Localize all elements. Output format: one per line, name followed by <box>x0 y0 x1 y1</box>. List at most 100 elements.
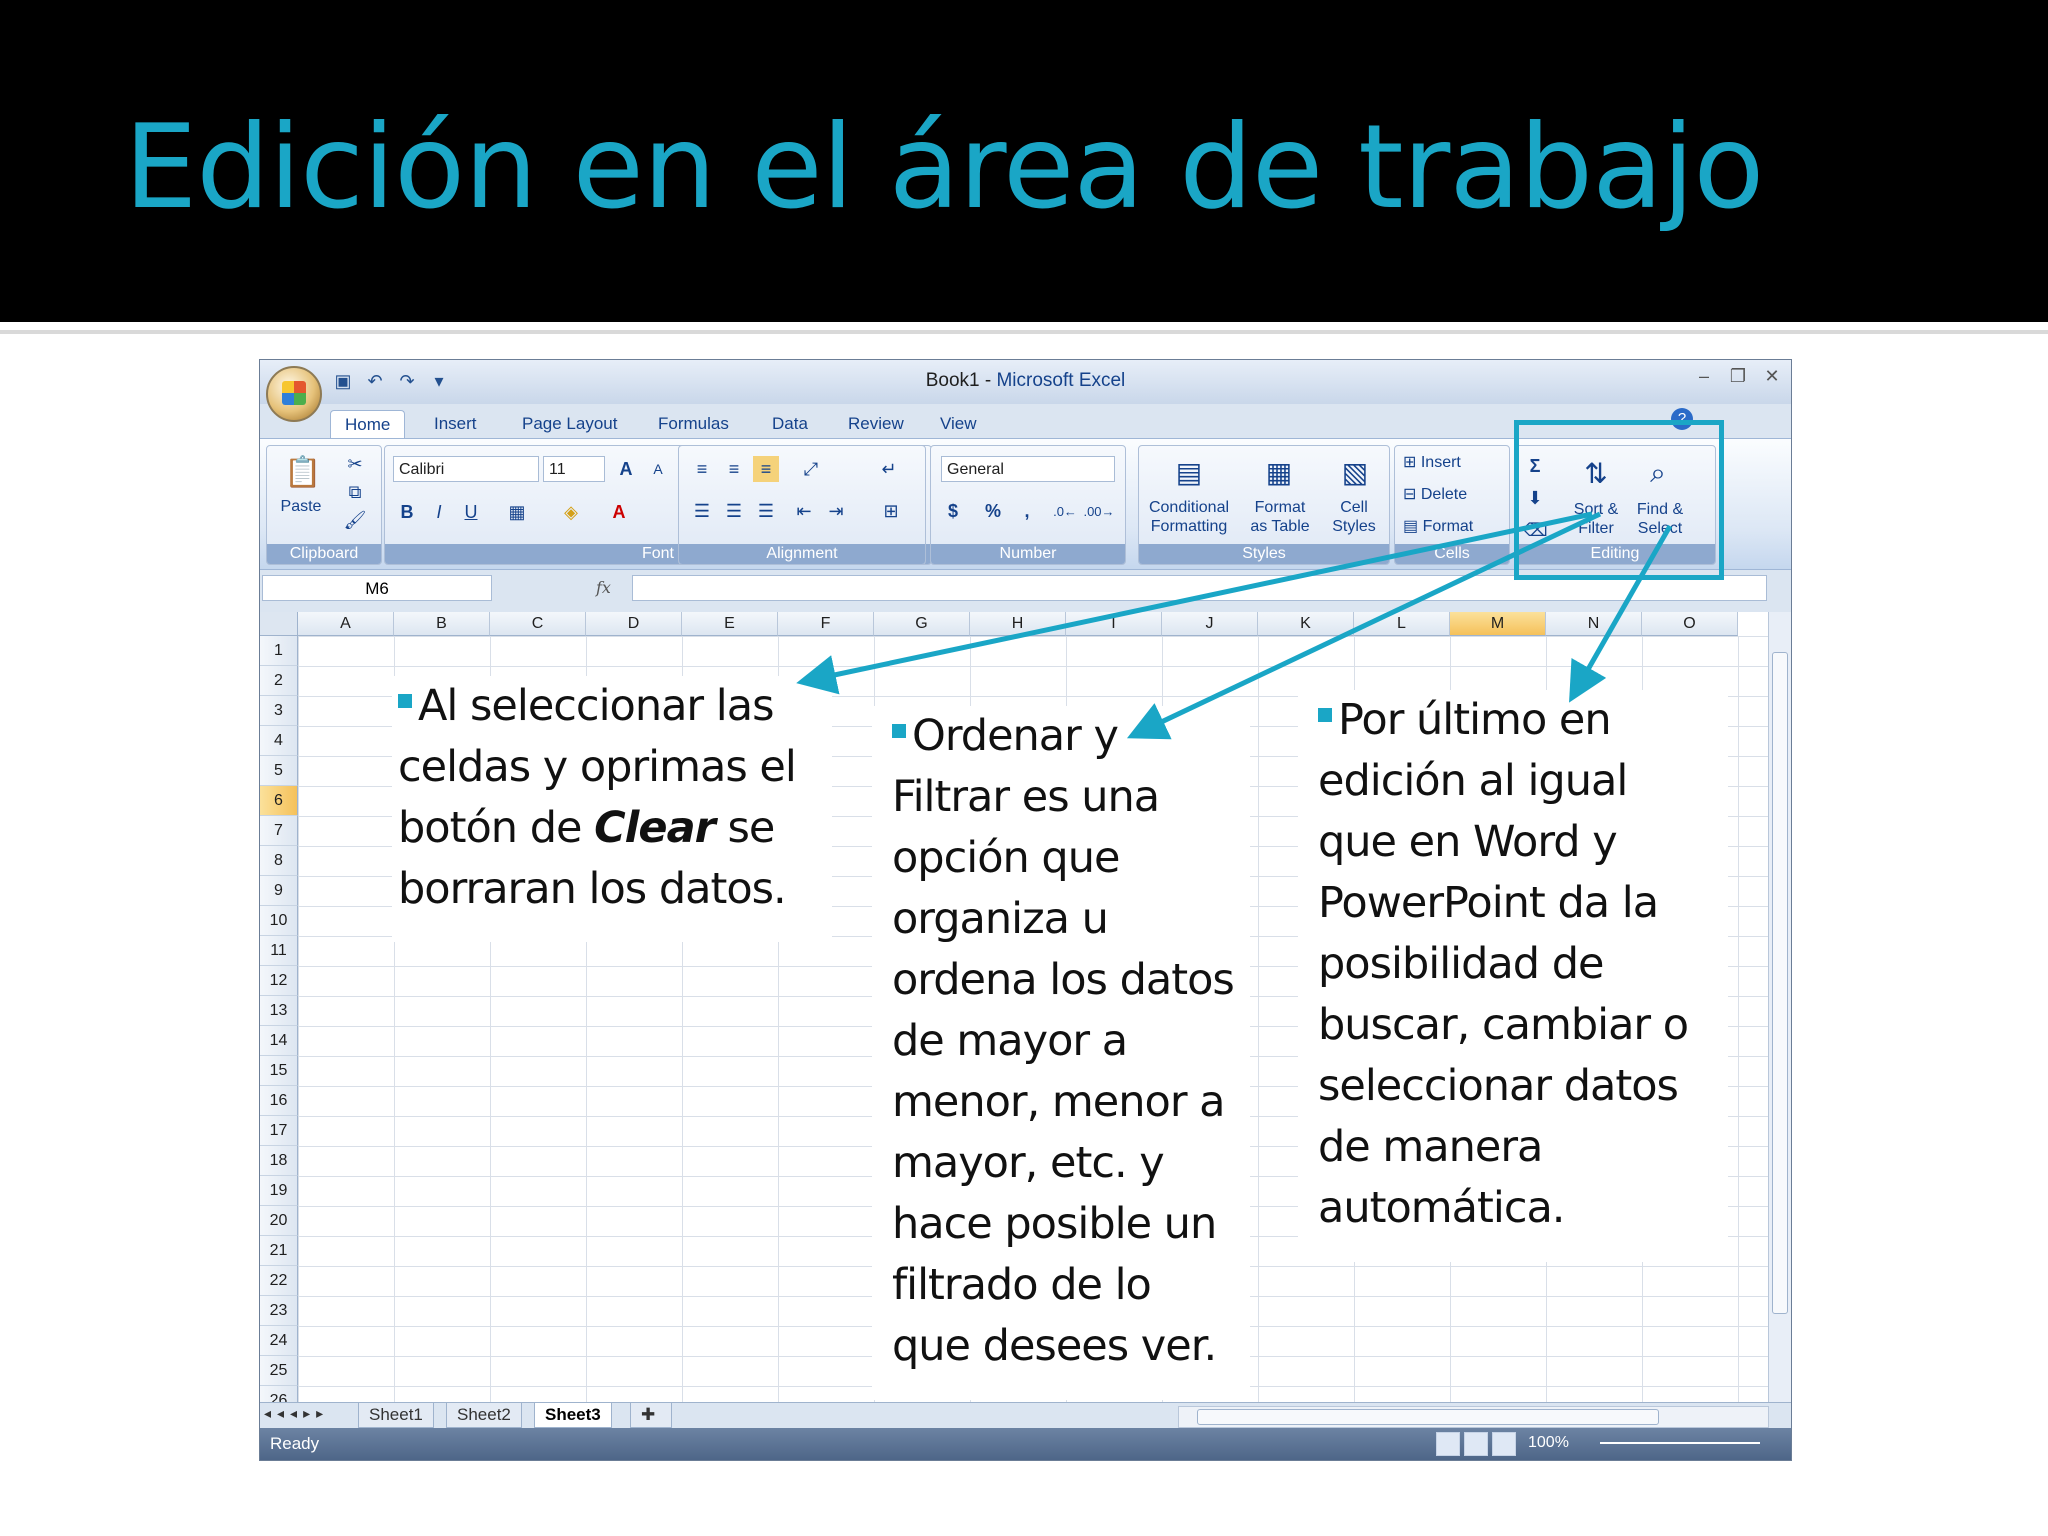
conditional-formatting-icon[interactable]: ▤ <box>1169 452 1209 492</box>
row-header[interactable]: 10 <box>260 906 298 936</box>
row-header[interactable]: 4 <box>260 726 298 756</box>
row-header[interactable]: 14 <box>260 1026 298 1056</box>
vertical-scrollbar[interactable] <box>1768 612 1791 1402</box>
paste-icon[interactable]: 📋 <box>283 452 323 492</box>
bold-icon[interactable]: B <box>393 498 421 526</box>
row-header[interactable]: 24 <box>260 1326 298 1356</box>
tab-review[interactable]: Review <box>834 410 918 438</box>
shrink-font-icon[interactable]: A <box>643 456 673 482</box>
column-header[interactable]: O <box>1642 612 1738 636</box>
tab-data[interactable]: Data <box>758 410 822 438</box>
align-center-icon[interactable]: ☰ <box>721 498 747 524</box>
column-header[interactable]: C <box>490 612 586 636</box>
tab-home[interactable]: Home <box>330 410 406 439</box>
row-header[interactable]: 16 <box>260 1086 298 1116</box>
tab-insert[interactable]: Insert <box>420 410 491 438</box>
column-header[interactable]: E <box>682 612 778 636</box>
normal-view-icon[interactable] <box>1436 1432 1460 1456</box>
zoom-slider[interactable] <box>1600 1442 1760 1444</box>
row-header[interactable]: 13 <box>260 996 298 1026</box>
insert-sheet-icon[interactable]: ✚ <box>630 1403 672 1428</box>
row-header[interactable]: 5 <box>260 756 298 786</box>
row-header[interactable]: 25 <box>260 1356 298 1386</box>
percent-button[interactable]: % <box>981 498 1005 524</box>
column-header[interactable]: D <box>586 612 682 636</box>
column-header[interactable]: F <box>778 612 874 636</box>
cell-styles-button[interactable]: Cell Styles <box>1321 498 1387 536</box>
align-middle-icon[interactable]: ≡ <box>721 456 747 482</box>
font-name-select[interactable]: Calibri <box>393 456 539 482</box>
row-header[interactable]: 15 <box>260 1056 298 1086</box>
font-color-icon[interactable]: A <box>603 498 635 526</box>
horizontal-scroll-thumb[interactable] <box>1197 1409 1659 1425</box>
decrease-decimal-icon[interactable]: .00→ <box>1083 498 1114 524</box>
number-format-select[interactable]: General <box>941 456 1115 482</box>
office-button[interactable] <box>266 366 322 422</box>
copy-icon[interactable]: ⧉ <box>343 480 367 504</box>
column-header[interactable]: I <box>1066 612 1162 636</box>
align-right-icon[interactable]: ☰ <box>753 498 779 524</box>
format-as-table-icon[interactable]: ▦ <box>1259 452 1299 492</box>
increase-indent-icon[interactable]: ⇥ <box>823 498 849 524</box>
merge-center-icon[interactable]: ⊞ <box>871 498 911 524</box>
row-header[interactable]: 17 <box>260 1116 298 1146</box>
close-icon[interactable]: ✕ <box>1761 366 1783 387</box>
sheet-tab-1[interactable]: Sheet1 <box>358 1403 434 1428</box>
row-header[interactable]: 20 <box>260 1206 298 1236</box>
row-header[interactable]: 1 <box>260 636 298 666</box>
column-header[interactable]: M <box>1450 612 1546 636</box>
format-painter-icon[interactable]: 🖌 <box>343 508 367 532</box>
borders-icon[interactable]: ▦ <box>501 498 533 526</box>
align-bottom-icon[interactable]: ≡ <box>753 456 779 482</box>
wrap-text-icon[interactable]: ↵ <box>875 456 903 482</box>
italic-icon[interactable]: I <box>425 498 453 526</box>
column-header[interactable]: K <box>1258 612 1354 636</box>
delete-cells-button[interactable]: ⊟ Delete <box>1403 484 1467 504</box>
page-layout-view-icon[interactable] <box>1464 1432 1488 1456</box>
insert-function-button[interactable]: fx <box>596 575 626 601</box>
orientation-icon[interactable]: ⤢ <box>791 456 831 482</box>
row-header[interactable]: 26 <box>260 1386 298 1402</box>
row-header[interactable]: 22 <box>260 1266 298 1296</box>
sheet-tab-3[interactable]: Sheet3 <box>534 1403 612 1428</box>
minimize-icon[interactable]: – <box>1693 366 1715 387</box>
align-top-icon[interactable]: ≡ <box>689 456 715 482</box>
decrease-indent-icon[interactable]: ⇤ <box>791 498 817 524</box>
column-header[interactable]: L <box>1354 612 1450 636</box>
row-header[interactable]: 2 <box>260 666 298 696</box>
tab-page-layout[interactable]: Page Layout <box>508 410 631 438</box>
insert-cells-button[interactable]: ⊞ Insert <box>1403 452 1461 472</box>
grow-font-icon[interactable]: A <box>611 456 641 482</box>
conditional-formatting-button[interactable]: Conditional Formatting <box>1139 498 1239 536</box>
sheet-nav-icons[interactable]: ◂◂◂▸▸ <box>264 1405 329 1422</box>
format-cells-button[interactable]: ▤ Format <box>1403 516 1473 536</box>
fill-color-icon[interactable]: ◈ <box>555 498 587 526</box>
row-header[interactable]: 12 <box>260 966 298 996</box>
zoom-level[interactable]: 100% <box>1528 1434 1569 1452</box>
restore-icon[interactable]: ❐ <box>1727 366 1749 387</box>
underline-icon[interactable]: U <box>457 498 485 526</box>
cut-icon[interactable]: ✂ <box>343 452 367 476</box>
column-header[interactable]: J <box>1162 612 1258 636</box>
row-header[interactable]: 8 <box>260 846 298 876</box>
row-header[interactable]: 18 <box>260 1146 298 1176</box>
row-header[interactable]: 19 <box>260 1176 298 1206</box>
tab-view[interactable]: View <box>926 410 991 438</box>
tab-formulas[interactable]: Formulas <box>644 410 743 438</box>
comma-button[interactable]: , <box>1015 498 1039 524</box>
row-header[interactable]: 7 <box>260 816 298 846</box>
currency-button[interactable]: $ <box>941 498 965 524</box>
font-size-select[interactable]: 11 <box>543 456 605 482</box>
align-left-icon[interactable]: ☰ <box>689 498 715 524</box>
increase-decimal-icon[interactable]: .0← <box>1051 498 1079 524</box>
vertical-scroll-thumb[interactable] <box>1772 652 1788 1314</box>
column-header[interactable]: A <box>298 612 394 636</box>
row-header[interactable]: 11 <box>260 936 298 966</box>
column-header[interactable]: H <box>970 612 1066 636</box>
cell-styles-icon[interactable]: ▧ <box>1335 452 1375 492</box>
paste-button[interactable]: Paste <box>271 498 331 516</box>
column-header[interactable]: N <box>1546 612 1642 636</box>
row-header[interactable]: 23 <box>260 1296 298 1326</box>
page-break-view-icon[interactable] <box>1492 1432 1516 1456</box>
sheet-tab-2[interactable]: Sheet2 <box>446 1403 522 1428</box>
